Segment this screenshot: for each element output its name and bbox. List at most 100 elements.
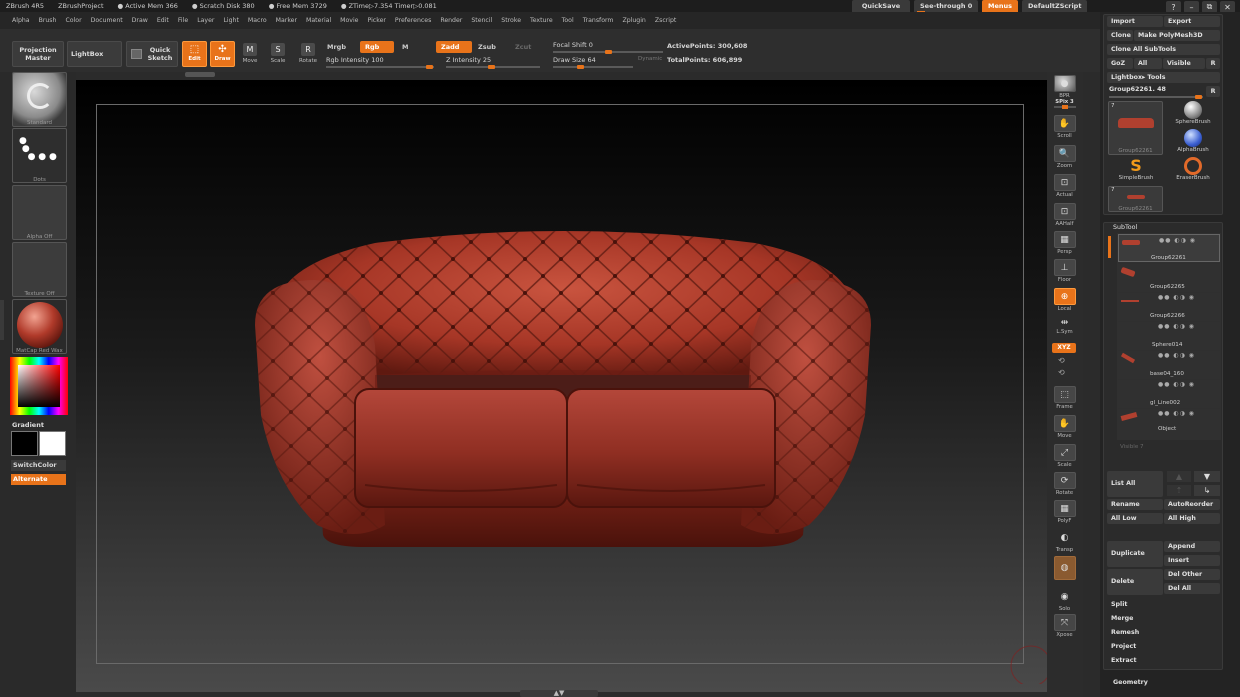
spix-knob[interactable] bbox=[1061, 105, 1068, 109]
move-tool-button[interactable]: M Move bbox=[238, 43, 262, 64]
dynamic-button[interactable]: Dynamic bbox=[638, 56, 662, 62]
secondary-color-swatch[interactable] bbox=[39, 431, 66, 456]
draw-size-knob[interactable] bbox=[577, 65, 584, 69]
rotate-axis-z-icon[interactable]: ⟲ bbox=[1058, 368, 1065, 377]
aahalf-button[interactable]: ⊡ AAHalf bbox=[1052, 203, 1077, 227]
move-top-arrow-icon[interactable]: ⇡ bbox=[1167, 485, 1191, 496]
insert-button[interactable]: Insert bbox=[1164, 555, 1220, 566]
actual-button[interactable]: ⊡ Actual bbox=[1052, 174, 1077, 198]
list-all-button[interactable]: List All bbox=[1107, 471, 1163, 497]
subtool-scrollbar[interactable] bbox=[1108, 236, 1111, 258]
rotate-view-button[interactable]: ⟳ Rotate bbox=[1052, 472, 1077, 496]
menu-light[interactable]: Light bbox=[223, 17, 238, 24]
spix-setting[interactable]: SPix 3 bbox=[1052, 99, 1077, 109]
focal-shift-slider[interactable] bbox=[553, 50, 663, 54]
scale-view-button[interactable]: ⤢ Scale bbox=[1052, 444, 1077, 468]
simple-brush-item[interactable]: S SimpleBrush bbox=[1110, 157, 1162, 182]
menu-picker[interactable]: Picker bbox=[367, 17, 385, 24]
alpha-tile[interactable] bbox=[12, 185, 67, 240]
subtool-title[interactable]: SubTool bbox=[1113, 224, 1137, 231]
solo-button[interactable]: ◉ Solo bbox=[1052, 588, 1077, 613]
goz-all-button[interactable]: All bbox=[1134, 58, 1162, 69]
menu-zplugin[interactable]: Zplugin bbox=[622, 17, 645, 24]
rename-button[interactable]: Rename bbox=[1107, 499, 1163, 510]
subtool-row-group62266[interactable]: Group62266 ●● ◐◑ ◉ bbox=[1118, 292, 1220, 330]
clone-all-subtools-button[interactable]: Clone All SubTools bbox=[1107, 44, 1220, 55]
sofa-model[interactable] bbox=[255, 225, 871, 553]
menu-stroke[interactable]: Stroke bbox=[501, 17, 521, 24]
left-tray-handle[interactable] bbox=[0, 300, 4, 340]
menu-macro[interactable]: Macro bbox=[248, 17, 267, 24]
subtool-row-object[interactable]: Object bbox=[1118, 408, 1220, 436]
split-section-header[interactable]: Split bbox=[1107, 599, 1220, 610]
make-polymesh-button[interactable]: Make PolyMesh3D bbox=[1134, 30, 1220, 41]
menu-layer[interactable]: Layer bbox=[197, 17, 214, 24]
primary-color-swatch[interactable] bbox=[11, 431, 38, 456]
subtool-row-group62265[interactable]: Group62265 ●● ◐◑ ◉ bbox=[1118, 263, 1220, 301]
small-tool-thumb[interactable]: 7 Group62261 bbox=[1108, 186, 1163, 212]
alpha-brush-item[interactable]: AlphaBrush bbox=[1167, 129, 1219, 153]
xyz-button[interactable]: XYZ bbox=[1052, 343, 1076, 353]
menu-draw[interactable]: Draw bbox=[132, 17, 148, 24]
subtool-row-gl-line002[interactable]: gl_Line002 ●● ◐◑ ◉ bbox=[1118, 379, 1220, 417]
bpr-button[interactable]: ● BPR bbox=[1052, 75, 1077, 99]
frame-button[interactable]: ⬚ Frame bbox=[1052, 386, 1077, 410]
menu-render[interactable]: Render bbox=[440, 17, 462, 24]
menu-zscript[interactable]: Zscript bbox=[655, 17, 676, 24]
geometry-section-header[interactable]: Geometry bbox=[1109, 677, 1220, 688]
zadd-button[interactable]: Zadd bbox=[436, 41, 472, 53]
local-button[interactable]: ⊕ Local bbox=[1052, 288, 1077, 312]
toolbar-scroll-handle[interactable] bbox=[185, 72, 215, 77]
tool-slider-knob[interactable] bbox=[1195, 95, 1202, 99]
extract-section-header[interactable]: Extract bbox=[1107, 655, 1220, 666]
auto-reorder-button[interactable]: AutoReorder bbox=[1164, 499, 1220, 510]
rgb-intensity-slider[interactable] bbox=[326, 65, 434, 69]
m-button[interactable]: M bbox=[397, 41, 413, 53]
z-intensity-slider[interactable] bbox=[446, 65, 540, 69]
color-picker-square[interactable] bbox=[18, 365, 60, 407]
texture-tile[interactable] bbox=[12, 242, 67, 297]
subtool-row-base04-160[interactable]: base04_160 ●● ◐◑ ◉ bbox=[1118, 350, 1220, 388]
standard-brush-tile[interactable] bbox=[12, 72, 67, 127]
subtool-row-group62261[interactable]: ●● ◐◑ ◉ Group62261 bbox=[1118, 234, 1220, 262]
duplicate-button[interactable]: Duplicate bbox=[1107, 541, 1163, 567]
all-high-button[interactable]: All High bbox=[1164, 513, 1220, 524]
menu-texture[interactable]: Texture bbox=[530, 17, 553, 24]
draw-button[interactable]: ✣ Draw bbox=[210, 41, 235, 67]
tool-r-button[interactable]: R bbox=[1206, 86, 1220, 97]
goz-r-button[interactable]: R bbox=[1206, 58, 1220, 69]
menu-stencil[interactable]: Stencil bbox=[471, 17, 492, 24]
menu-preferences[interactable]: Preferences bbox=[395, 17, 431, 24]
navigation-gizmo[interactable] bbox=[1005, 640, 1049, 684]
menu-tool[interactable]: Tool bbox=[562, 17, 574, 24]
rotate-tool-button[interactable]: R Rotate bbox=[296, 43, 320, 64]
dots-stroke-tile[interactable]: ● ● ● ● ● bbox=[12, 128, 67, 183]
move-up-arrow-icon[interactable]: ▲ bbox=[1167, 471, 1191, 482]
remesh-section-header[interactable]: Remesh bbox=[1107, 627, 1220, 638]
xpose-button[interactable]: ⤧ Xpose bbox=[1052, 614, 1077, 638]
subtool-visibility-icon[interactable]: ●● ◐◑ ◉ bbox=[1159, 237, 1196, 244]
clone-button[interactable]: Clone bbox=[1107, 30, 1133, 41]
menu-brush[interactable]: Brush bbox=[39, 17, 57, 24]
rotate-axis-y-icon[interactable]: ⟲ bbox=[1058, 356, 1065, 365]
all-low-button[interactable]: All Low bbox=[1107, 513, 1163, 524]
menu-edit[interactable]: Edit bbox=[157, 17, 169, 24]
polyf-button[interactable]: ▦ PolyF bbox=[1052, 500, 1077, 524]
quick-sketch-button[interactable]: Quick Sketch bbox=[126, 41, 178, 67]
del-all-button[interactable]: Del All bbox=[1164, 583, 1220, 594]
color-picker[interactable] bbox=[10, 357, 68, 415]
menu-color[interactable]: Color bbox=[65, 17, 81, 24]
move-down-arrow-icon[interactable]: ▼ bbox=[1194, 471, 1220, 482]
draw-size-slider[interactable] bbox=[553, 65, 633, 69]
menu-movie[interactable]: Movie bbox=[340, 17, 358, 24]
goz-button[interactable]: GoZ bbox=[1107, 58, 1133, 69]
sphere-brush-item[interactable]: SphereBrush bbox=[1167, 101, 1219, 125]
export-button[interactable]: Export bbox=[1164, 16, 1220, 27]
transp-button[interactable]: ◐ Transp bbox=[1052, 529, 1077, 554]
spix-slider[interactable] bbox=[1053, 105, 1076, 109]
lsym-button[interactable]: ⇹ L.Sym bbox=[1052, 318, 1077, 335]
zsub-button[interactable]: Zsub bbox=[473, 41, 501, 53]
menu-marker[interactable]: Marker bbox=[276, 17, 297, 24]
menu-material[interactable]: Material bbox=[306, 17, 331, 24]
delete-button[interactable]: Delete bbox=[1107, 569, 1163, 595]
